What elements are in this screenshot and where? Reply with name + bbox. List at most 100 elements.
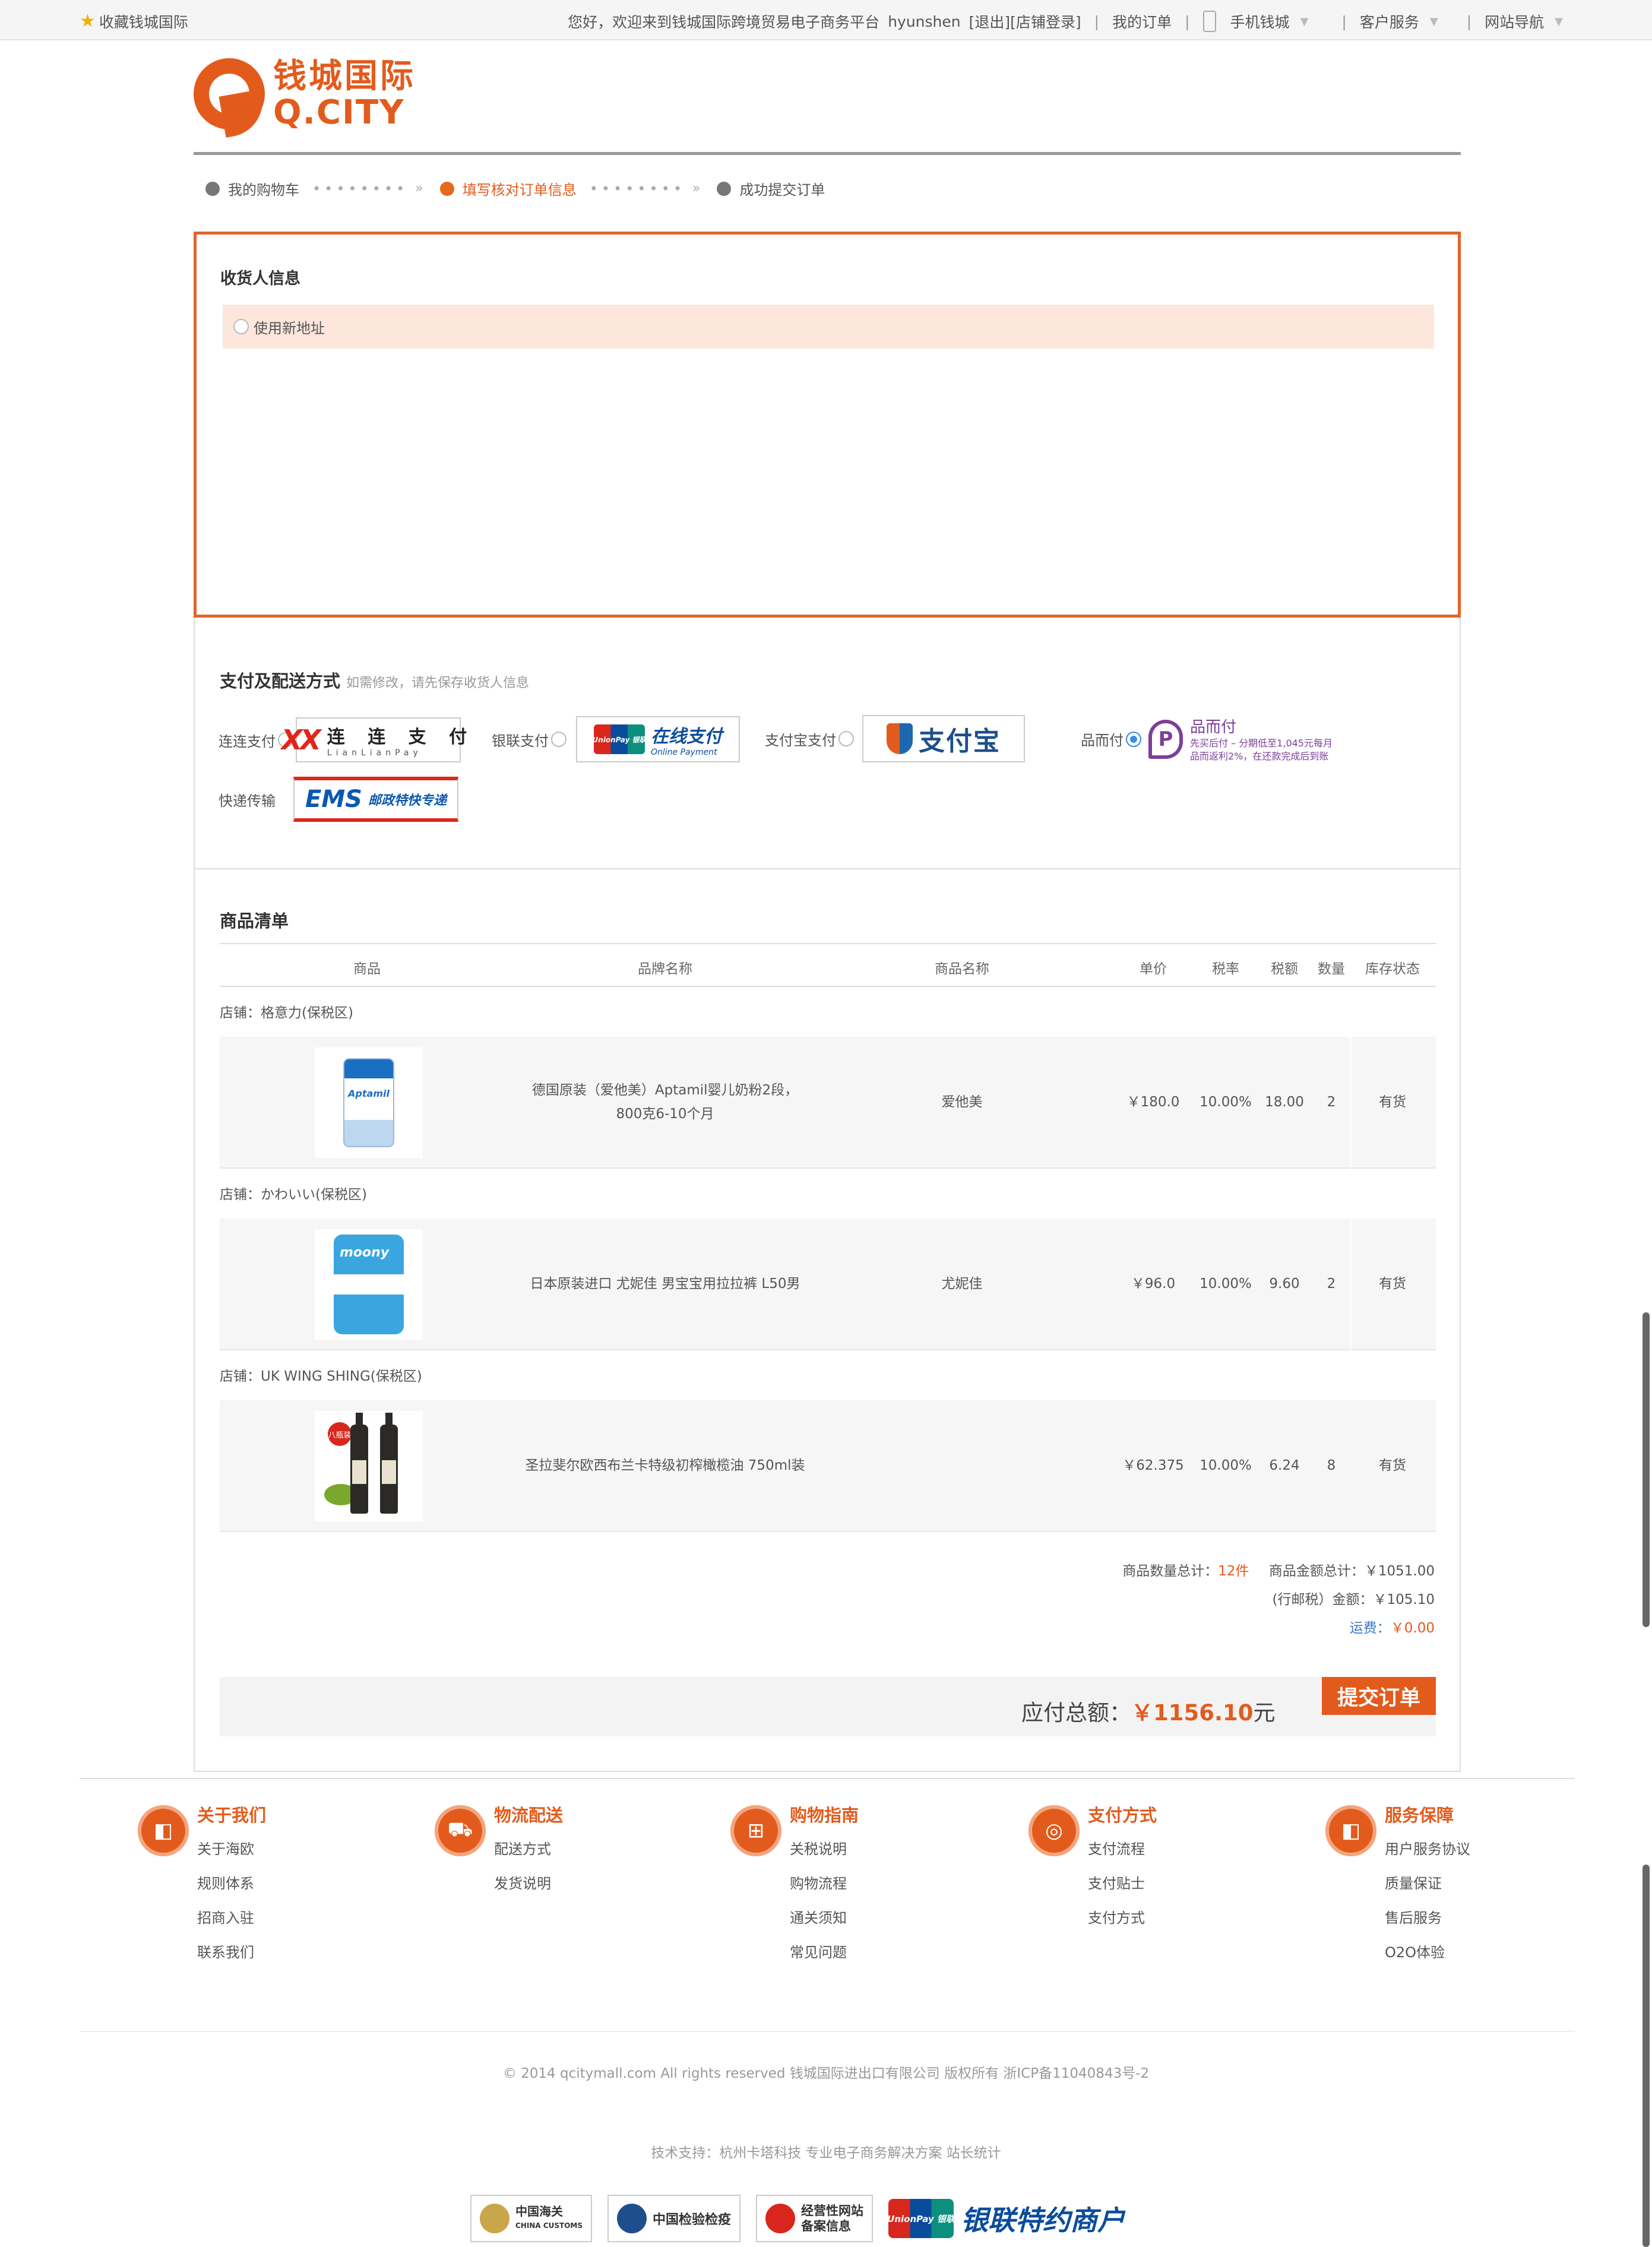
footer-link[interactable]: 常见问题 [790,1941,847,1961]
footer-link[interactable]: 支付流程 [1088,1837,1145,1858]
total-amount: ￥1051.00 [1364,1564,1435,1579]
shield-bag-icon: ◧ [1325,1805,1376,1856]
logo-cn: 钱城国际 [273,56,416,96]
ems-logo: EMS 邮政特快专递 [293,777,458,822]
col-unit-price: 单价 [1140,961,1167,977]
table-row: Aptamil 德国原装（爱他美）Aptamil婴儿奶粉2段， 800克6-10… [220,1037,1436,1169]
tech-support-text[interactable]: 技术支持：杭州卡塔科技 专业电子商务解决方案 站长统计 [0,2141,1652,2161]
footer-heading: 购物指南 [790,1805,859,1825]
pay-label-alipay: 支付宝支付 [765,732,836,749]
footer-link[interactable]: 关税说明 [790,1837,847,1858]
scrollbar-thumb[interactable] [1642,1865,1650,2247]
col-tax-rate: 税率 [1212,961,1239,977]
total-summary-line1: 商品数量总计：12件 商品金额总计：￥1051.00 [1122,1564,1435,1579]
footer-link[interactable]: 质量保证 [1385,1872,1442,1892]
pay-option-alipay[interactable]: 支付宝支付 支付宝 [765,715,1025,762]
product-image[interactable]: 八瓶装 [315,1411,423,1521]
submit-order-button[interactable]: 提交订单 [1322,1677,1436,1715]
step-fill-order: 填写核对订单信息 [462,182,577,198]
footer-link[interactable]: 支付贴士 [1088,1872,1145,1892]
footer-link[interactable]: 通关须知 [790,1906,847,1927]
step-dot-active-icon [439,181,454,196]
star-icon: ★ [80,11,96,31]
footer-heading: 支付方式 [1088,1805,1157,1825]
new-address-radio[interactable] [233,319,249,334]
shipping-label: 快递传输 [219,792,276,809]
unionpay-merchant-badge[interactable]: UnionPay 银联 银联特约商户 [887,2195,1125,2242]
col-brand-name: 品牌名称 [638,961,692,977]
order-panel: 支付及配送方式 如需修改，请先保存收货人信息 连连支付 XX 连 连 支 付 Lia… [194,618,1461,1772]
pay-option-lianlian[interactable]: 连连支付 XX 连 连 支 付 LianLianPay [219,717,467,762]
stock-status: 有货 [1379,1094,1406,1110]
footer-heading: 物流配送 [494,1805,564,1825]
footer-link[interactable]: O2O体验 [1385,1941,1445,1961]
footer-link[interactable]: 关于海欧 [197,1837,254,1858]
quantity: 2 [1327,1276,1336,1292]
footer-link[interactable]: 配送方式 [494,1837,551,1858]
payable-amount: ￥1156.10 [1131,1700,1254,1726]
product-image[interactable]: Aptamil [315,1047,423,1158]
product-brand: 爱他美 [941,1094,983,1110]
tax-amount: 6.24 [1269,1458,1300,1473]
logo-icon [194,58,268,138]
pinerfu-logo: P 品而付 先买后付 – 分期低至1,045元每月 品而返利2%，在还款完成后到… [1148,715,1333,763]
footer-link[interactable]: 规则体系 [197,1872,254,1892]
footer-link[interactable]: 支付方式 [1088,1906,1145,1927]
consignee-title: 收货人信息 [220,270,300,288]
pay-option-unionpay[interactable]: 银联支付 UnionPay 银联 在线支付 Online Payment [492,716,740,762]
pay-label-pinerfu: 品而付 [1081,732,1124,749]
new-address-option[interactable]: 使用新地址 [223,305,1434,349]
scrollbar-thumb[interactable] [1642,1312,1650,1627]
section-divider [195,868,1460,869]
step-submitted: 成功提交订单 [739,182,825,198]
footer-link[interactable]: 购物流程 [790,1872,847,1892]
chevron-down-icon: ▼ [1555,15,1563,28]
quantity: 8 [1327,1458,1336,1473]
step-cart: 我的购物车 [228,182,299,198]
product-title[interactable]: 德国原装（爱他美）Aptamil婴儿奶粉2段， 800克6-10个月 [532,1078,798,1126]
unionpay-logo: UnionPay 银联 在线支付 Online Payment [576,716,740,762]
col-product: 商品 [353,961,381,977]
footer-link[interactable]: 发货说明 [494,1872,551,1892]
footer-link[interactable]: 售后服务 [1385,1906,1442,1927]
bag-icon: ◧ [138,1805,189,1856]
top-bar: ★ 收藏钱城国际 您好，欢迎来到钱城国际跨境贸易电子商务平台 hyunshen … [0,0,1652,40]
product-brand: 尤妮佳 [941,1276,983,1292]
pay-radio-pinerfu[interactable] [1126,731,1141,747]
product-title[interactable]: 日本原装进口 尤妮佳 男宝宝用拉拉裤 L50男 [530,1272,800,1296]
pay-radio-unionpay[interactable] [551,732,567,747]
site-nav-menu[interactable]: 网站导航 [1485,11,1544,32]
website-record-badge[interactable]: 经营性网站 备案信息 [756,2195,874,2242]
freight-amount: ￥0.00 [1390,1621,1435,1636]
footer-link[interactable]: 招商入驻 [197,1906,254,1927]
pay-option-pinerfu[interactable]: 品而付 P 品而付 先买后付 – 分期低至1,045元每月 品而返利2%，在还款… [1081,715,1333,763]
customs-badge[interactable]: 中国海关 CHINA CUSTOMS [470,2195,592,2242]
footer-link[interactable]: 用户服务协议 [1385,1837,1470,1858]
payable-label: 应付总额：￥1156.10元 [1021,1700,1276,1726]
product-image[interactable]: moony [315,1229,423,1340]
tax-rate: 10.00% [1200,1094,1252,1110]
logout-link[interactable]: [退出] [969,11,1011,32]
shop-login-link[interactable]: [店铺登录] [1010,11,1081,32]
favorite-link[interactable]: ★ 收藏钱城国际 [80,11,188,32]
product-title[interactable]: 圣拉斐尔欧西布兰卡特级初榨橄榄油 750ml装 [525,1454,805,1477]
mobile-link[interactable]: 手机钱城 [1230,11,1290,32]
freight-line: 运费：￥0.00 [1349,1621,1435,1636]
pay-label-unionpay: 银联支付 [492,732,549,749]
step-dot-icon [717,181,732,196]
my-orders-link[interactable]: 我的订单 [1112,11,1172,32]
certification-badges: 中国海关 CHINA CUSTOMS 中国检验检疫 经营性网站 备案信息 Union… [470,2195,1140,2242]
chevron-right-icon: » [415,181,423,196]
inspection-badge[interactable]: 中国检验检疫 [607,2195,741,2242]
site-logo[interactable]: 钱城国际 Q.CITY [194,56,416,138]
phone-icon [1202,11,1216,32]
unit-price: ￥62.375 [1122,1458,1184,1473]
col-product-name: 商品名称 [935,961,989,977]
footer-link[interactable]: 联系我们 [197,1941,254,1961]
total-tax: ￥105.10 [1373,1592,1435,1607]
footer-heading: 服务保障 [1385,1805,1454,1825]
pay-radio-alipay[interactable] [838,731,854,746]
favorite-label: 收藏钱城国际 [99,14,188,31]
service-menu[interactable]: 客户服务 [1360,11,1419,32]
unit-price: ￥180.0 [1126,1094,1180,1110]
